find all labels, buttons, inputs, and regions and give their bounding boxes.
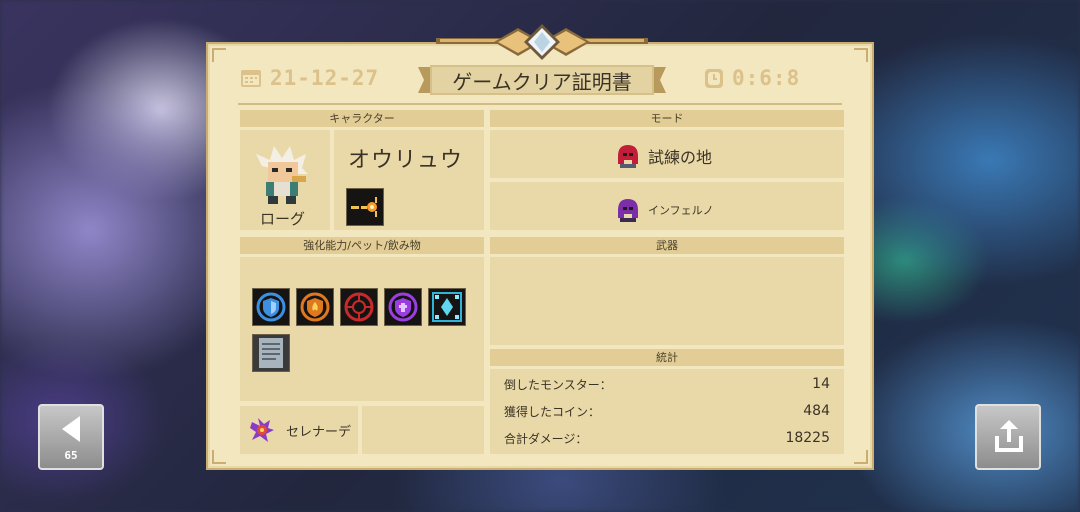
back-button[interactable]: 65 — [38, 404, 104, 470]
ice-crystal-icon — [428, 288, 466, 326]
rogue-portrait-icon — [256, 146, 308, 204]
calendar-icon — [241, 70, 261, 87]
crosshair-icon — [340, 288, 378, 326]
clear-certificate-panel: 21-12-27 ゲームクリア証明書 0:6:8 キャラクター ローグ オウリュ… — [206, 24, 874, 470]
drink-box — [362, 406, 484, 454]
stat-row-damage: 合計ダメージ： 18225 — [504, 430, 830, 447]
purple-shield-icon — [384, 288, 422, 326]
blue-shield-icon — [252, 288, 290, 326]
clock-icon — [705, 69, 723, 88]
pet-name: セレナーデ — [286, 424, 352, 440]
clear-date: 21-12-27 — [240, 66, 379, 90]
stat-row-monsters: 倒したモンスター： 14 — [504, 376, 830, 393]
mode-header: モード — [490, 110, 844, 127]
mode-stage-label: 試練の地 — [648, 148, 713, 167]
weapons-box — [490, 257, 844, 345]
scroll-icon — [252, 334, 290, 372]
back-arrow-icon — [62, 416, 80, 442]
inferno-helmet-icon — [618, 199, 638, 222]
back-counter: 65 — [64, 449, 78, 462]
corner-ornament — [854, 48, 868, 62]
crest-ornament — [436, 24, 648, 60]
trial-helmet-icon — [618, 145, 638, 168]
buffs-header: 強化能力/ペット/飲み物 — [240, 237, 484, 254]
date-text: 21-12-27 — [270, 66, 380, 90]
share-button[interactable] — [975, 404, 1041, 470]
stat-value: 14 — [812, 376, 830, 392]
stat-label: 倒したモンスター： — [504, 378, 612, 392]
clear-time: 0:6:8 — [704, 66, 800, 90]
corner-ornament — [212, 450, 226, 464]
character-header: キャラクター — [240, 110, 484, 127]
character-name: オウリュウ — [348, 148, 464, 173]
mode-stage: 試練の地 — [614, 142, 712, 170]
stat-row-coins: 獲得したコイン： 484 — [504, 403, 830, 420]
stat-value: 18225 — [785, 430, 830, 446]
pet-icon — [250, 418, 274, 442]
share-icon — [995, 420, 1023, 452]
stat-value: 484 — [803, 403, 830, 419]
buffs-box — [240, 257, 484, 401]
certificate-title: ゲームクリア証明書 — [452, 70, 632, 94]
character-class: ローグ — [260, 210, 306, 228]
weapons-header: 武器 — [490, 237, 844, 254]
mode-difficulty-label: インフェルノ — [648, 204, 714, 217]
fire-shield-icon — [296, 288, 334, 326]
mode-difficulty: インフェルノ — [614, 196, 714, 224]
divider — [238, 103, 842, 105]
title-holder: ゲームクリア証明書 — [418, 63, 666, 97]
stat-label: 合計ダメージ： — [504, 432, 588, 446]
pet-entry: セレナーデ — [248, 416, 351, 444]
stats-header: 統計 — [490, 349, 844, 366]
stat-label: 獲得したコイン： — [504, 405, 601, 419]
time-text: 0:6:8 — [732, 66, 801, 90]
corner-ornament — [212, 48, 226, 62]
dash-skill-icon — [346, 188, 384, 226]
corner-ornament — [854, 450, 868, 464]
